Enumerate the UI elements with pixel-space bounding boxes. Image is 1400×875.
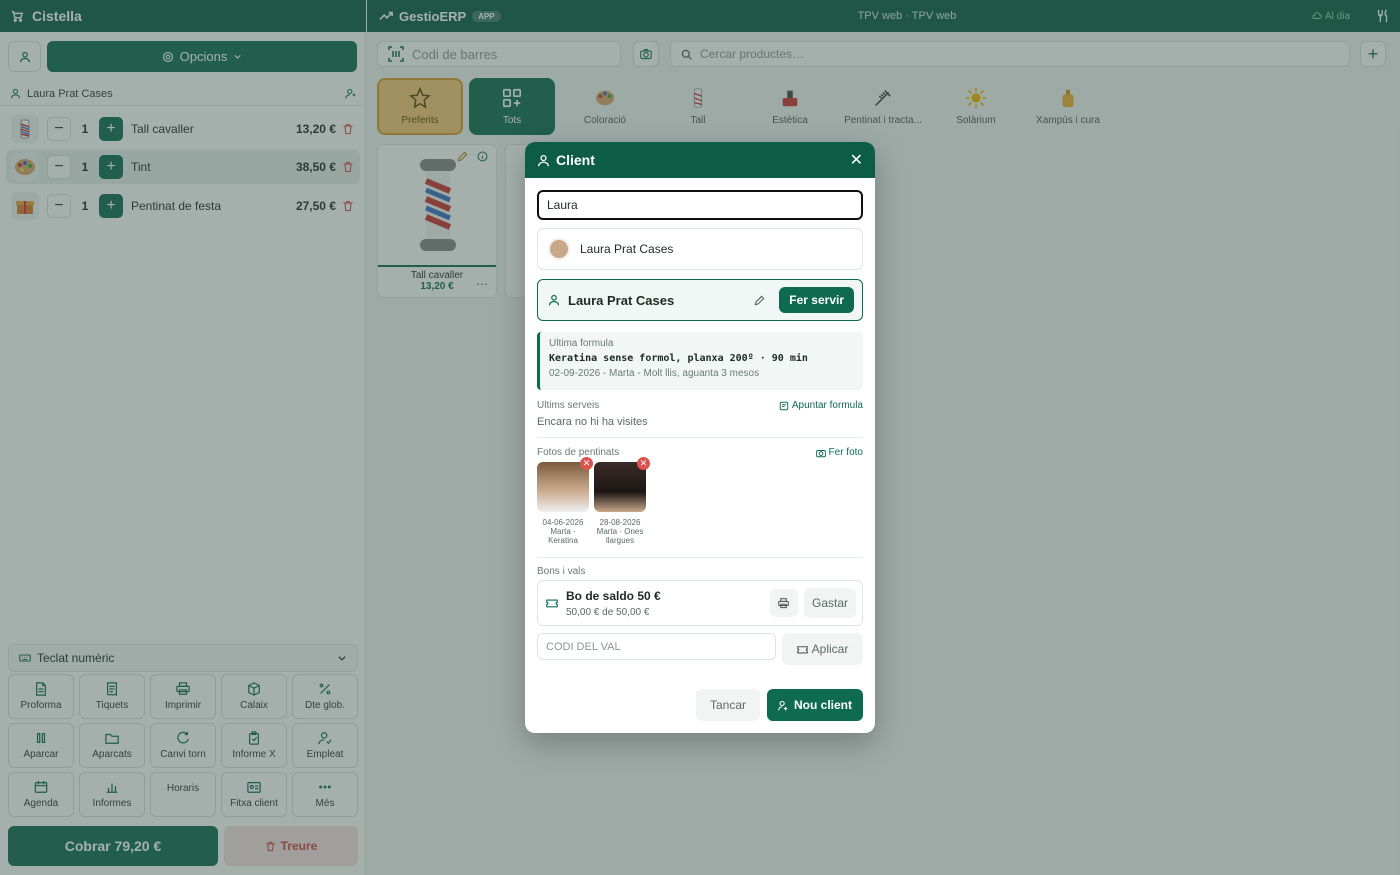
ticket-icon (546, 597, 558, 609)
client-dialog: Client ✕ Laura Laura Prat Cases Laura Pr… (525, 142, 875, 733)
user-icon (537, 154, 550, 167)
divider (537, 437, 863, 438)
avatar (548, 238, 570, 260)
use-client-button[interactable]: Fer servir (779, 287, 854, 313)
client-result-name: Laura Prat Cases (580, 242, 674, 256)
dialog-title: Client (556, 152, 595, 168)
client-search-input[interactable]: Laura (537, 190, 863, 220)
services-label: Ultims serveis (537, 400, 600, 411)
print-voucher-button[interactable] (769, 589, 798, 617)
code-placeholder: CODI DEL VAL (546, 640, 621, 653)
vouchers-label: Bons i vals (537, 566, 586, 577)
photo-caption: Marta · (550, 527, 576, 536)
divider (537, 557, 863, 558)
hair-photo[interactable]: ✕ 04-06-2026 Marta · Keratina (537, 457, 593, 545)
note-icon (779, 401, 789, 411)
voucher-code-input[interactable]: CODI DEL VAL (537, 633, 776, 660)
note-formula-link[interactable]: Apuntar formula (779, 400, 863, 411)
formula-label: Ultima formula (549, 338, 614, 349)
camera-icon (815, 448, 826, 458)
voucher-title: Bo de saldo 50 € (566, 588, 661, 603)
user-icon (548, 294, 560, 306)
photos-label: Fotos de pentinats (537, 447, 620, 458)
selected-client: Laura Prat Cases Fer servir (537, 279, 863, 321)
printer-icon (778, 597, 790, 609)
new-client-button[interactable]: Nou client (767, 689, 863, 721)
selected-client-name: Laura Prat Cases (568, 292, 675, 308)
delete-photo-icon[interactable]: ✕ (580, 457, 593, 470)
no-visits: Encara no hi ha visites (537, 416, 648, 428)
photo-link-label: Fer foto (828, 447, 863, 458)
take-photo-link[interactable]: Fer foto (815, 447, 863, 458)
delete-photo-icon[interactable]: ✕ (637, 457, 650, 470)
user-plus-icon (778, 700, 789, 711)
photo-caption: Marta · Ones (596, 527, 644, 536)
client-search-value: Laura (547, 198, 578, 212)
photo-thumbnail (537, 462, 589, 512)
hair-photo[interactable]: ✕ 28-08-2026 Marta · Ones llargues (594, 457, 650, 545)
dialog-header: Client ✕ (525, 142, 875, 178)
note-link-label: Apuntar formula (791, 400, 863, 411)
close-icon[interactable]: ✕ (850, 150, 863, 170)
spend-button[interactable]: Gastar (803, 588, 856, 618)
last-formula: Ultima formula Keratina sense formol, pl… (537, 332, 863, 390)
new-client-label: Nou client (793, 698, 852, 712)
apply-label: Aplicar (811, 642, 849, 656)
ticket-icon (796, 644, 808, 655)
formula-text: Keratina sense formol, planxa 200º · 90 … (549, 353, 808, 364)
formula-meta: 02-09-2026 - Marta - Molt llis, aguanta … (549, 368, 760, 379)
photo-caption: llargues (605, 536, 634, 545)
client-result[interactable]: Laura Prat Cases (537, 228, 863, 270)
voucher-card: Bo de saldo 50 € 50,00 € de 50,00 € Gast… (537, 580, 863, 626)
photo-caption: Keratina (548, 536, 578, 545)
services-section: Ultims serveis Apuntar formula (537, 400, 863, 411)
close-button[interactable]: Tancar (696, 689, 760, 721)
apply-button[interactable]: Aplicar (782, 633, 863, 665)
voucher-balance: 50,00 € de 50,00 € (566, 606, 650, 618)
edit-icon[interactable] (754, 295, 765, 306)
photo-date: 04-06-2026 (542, 518, 584, 527)
photo-thumbnail (594, 462, 646, 512)
photo-date: 28-08-2026 (599, 518, 641, 527)
